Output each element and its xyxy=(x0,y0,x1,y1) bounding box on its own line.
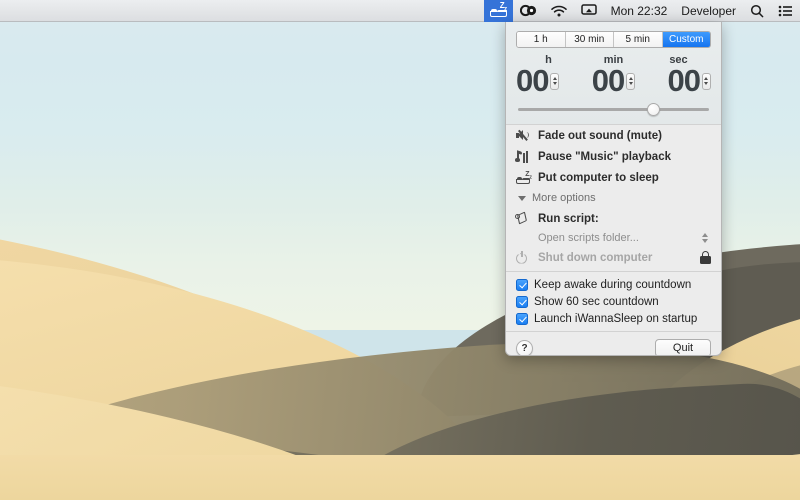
chevron-up-icon[interactable] xyxy=(628,77,633,80)
menubar-user[interactable]: Developer xyxy=(674,0,743,22)
preset-segmented-control[interactable]: 1 h 30 min 5 min Custom xyxy=(516,31,711,48)
menubar-item-iwannasleep[interactable]: Zz xyxy=(483,0,513,22)
music-note-icon xyxy=(515,149,533,163)
hours-stepper[interactable] xyxy=(550,72,560,90)
checkbox-icon[interactable] xyxy=(516,295,528,308)
seconds-stepper[interactable] xyxy=(701,72,711,90)
script-select[interactable]: Open scripts folder... xyxy=(516,229,711,247)
menubar-item-app[interactable] xyxy=(513,0,544,22)
help-button[interactable]: ? xyxy=(516,339,533,355)
minutes-group[interactable]: 00 xyxy=(592,64,636,98)
menubar-clock[interactable]: Mon 22:32 xyxy=(604,0,675,22)
hours-group[interactable]: 00 xyxy=(516,64,560,98)
wifi-icon xyxy=(550,5,567,16)
option-pause-music[interactable]: Pause "Music" playback xyxy=(515,146,711,167)
checkbox-launch-on-startup[interactable]: Launch iWannaSleep on startup xyxy=(516,310,711,327)
slider-knob[interactable] xyxy=(647,103,661,116)
power-icon xyxy=(516,251,533,264)
menubar: Zz Mon 22:32 Developer xyxy=(0,0,800,22)
list-icon xyxy=(778,5,792,16)
speaker-mute-icon xyxy=(516,130,533,141)
preset-30min[interactable]: 30 min xyxy=(565,32,614,47)
disclosure-triangle-icon[interactable] xyxy=(518,195,526,201)
seconds-value[interactable]: 00 xyxy=(668,64,701,98)
checkbox-label: Show 60 sec countdown xyxy=(534,295,659,308)
menubar-item-control-center[interactable] xyxy=(771,0,800,22)
linked-circles-icon xyxy=(519,4,536,17)
chevron-down-icon[interactable] xyxy=(552,82,557,85)
option-shut-down-computer: Shut down computer xyxy=(516,247,711,268)
run-script-label: Run script: xyxy=(538,212,599,225)
chevron-down-icon[interactable] xyxy=(704,82,709,85)
menubar-item-wifi[interactable] xyxy=(544,0,574,22)
menubar-item-airplay[interactable] xyxy=(574,0,604,22)
minutes-stepper[interactable] xyxy=(626,72,636,90)
script-select-value: Open scripts folder... xyxy=(538,232,639,244)
minutes-value[interactable]: 00 xyxy=(592,64,625,98)
option-label: Pause "Music" playback xyxy=(538,150,671,163)
preset-5min[interactable]: 5 min xyxy=(614,32,663,47)
clock-label: Mon 22:32 xyxy=(610,3,668,18)
chevron-up-icon[interactable] xyxy=(704,77,709,80)
lock-icon[interactable] xyxy=(700,251,711,264)
shutdown-label: Shut down computer xyxy=(538,251,653,264)
panel-options-section: Fade out sound (mute) Pause "Music" play… xyxy=(506,124,721,332)
iwannasleep-popover-panel: 1 h 30 min 5 min Custom h min sec 00 00 xyxy=(505,22,722,356)
more-options-label: More options xyxy=(532,192,596,204)
menubar-item-spotlight[interactable] xyxy=(743,0,771,22)
preset-1h[interactable]: 1 h xyxy=(517,32,566,47)
slider-track xyxy=(518,108,709,111)
seconds-group[interactable]: 00 xyxy=(668,64,711,98)
checkbox-label: Keep awake during countdown xyxy=(534,278,692,291)
chevron-up-icon[interactable] xyxy=(552,77,557,80)
panel-timer-section: 1 h 30 min 5 min Custom h min sec 00 00 xyxy=(506,22,721,124)
checkbox-keep-awake[interactable]: Keep awake during countdown xyxy=(516,276,711,293)
option-run-script[interactable]: Run script: xyxy=(515,208,711,229)
checkbox-label: Launch iWannaSleep on startup xyxy=(534,312,698,325)
quit-button[interactable]: Quit xyxy=(655,339,711,355)
time-steppers: 00 00 00 xyxy=(516,64,711,98)
checkbox-group: Keep awake during countdown Show 60 sec … xyxy=(516,272,711,331)
option-label: Fade out sound (mute) xyxy=(538,129,662,142)
preset-custom[interactable]: Custom xyxy=(662,32,710,47)
duration-slider[interactable] xyxy=(516,102,711,116)
option-fade-out-sound[interactable]: Fade out sound (mute) xyxy=(516,125,711,146)
more-options-toggle[interactable]: More options xyxy=(516,188,711,208)
checkbox-icon[interactable] xyxy=(516,278,528,291)
search-icon xyxy=(750,4,764,17)
airplay-icon xyxy=(580,4,597,15)
chevron-down-icon[interactable] xyxy=(628,82,633,85)
user-label: Developer xyxy=(681,3,736,18)
panel-footer: ? Quit xyxy=(506,332,721,355)
option-put-to-sleep[interactable]: Zz Put computer to sleep xyxy=(516,167,711,188)
dune-bottom-fill xyxy=(0,455,800,500)
bed-sleep-icon: Zz xyxy=(516,171,533,184)
option-label: Put computer to sleep xyxy=(538,171,659,184)
checkbox-icon[interactable] xyxy=(516,312,528,325)
chevron-updown-icon[interactable] xyxy=(702,233,708,243)
hours-value[interactable]: 00 xyxy=(516,64,549,98)
bed-zz-icon: Zz xyxy=(489,2,507,17)
checkbox-show-countdown[interactable]: Show 60 sec countdown xyxy=(516,293,711,310)
script-icon xyxy=(515,211,533,225)
